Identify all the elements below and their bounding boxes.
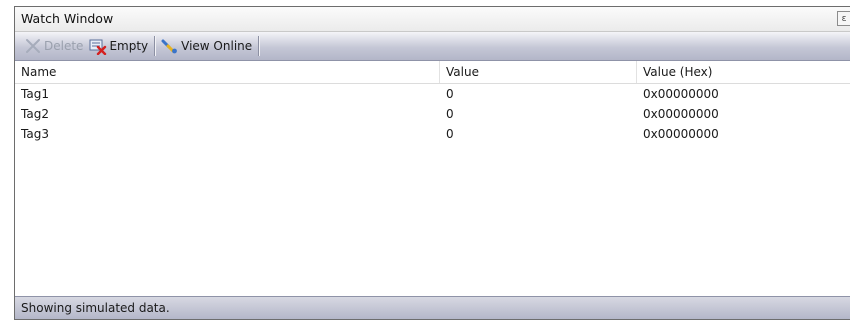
- column-header-value-hex[interactable]: Value (Hex): [637, 61, 850, 83]
- close-icon[interactable]: ε: [837, 11, 850, 26]
- cell-name: Tag2: [21, 107, 49, 121]
- status-bar: Showing simulated data.: [15, 296, 850, 319]
- cell-value: 0: [446, 127, 454, 141]
- grid-body: Tag1 0 0x00000000 Tag2 0 0x00000000 Tag3…: [15, 84, 850, 274]
- column-header-value[interactable]: Value: [440, 61, 637, 83]
- cell-value: 0: [446, 107, 454, 121]
- cell-value-hex: 0x00000000: [643, 87, 719, 101]
- delete-label: Delete: [44, 39, 84, 53]
- view-online-button[interactable]: View Online: [158, 35, 255, 57]
- toolbar: Delete Empty View Online: [15, 32, 850, 61]
- view-online-label: View Online: [181, 39, 253, 53]
- cell-name: Tag1: [21, 87, 49, 101]
- table-row[interactable]: Tag1 0 0x00000000: [15, 84, 850, 104]
- column-header-name[interactable]: Name: [15, 61, 440, 83]
- watch-window: Watch Window ε Delete Empty View Online …: [14, 6, 850, 320]
- title-bar: Watch Window ε: [15, 7, 850, 32]
- delete-button[interactable]: Delete: [21, 35, 86, 57]
- empty-button[interactable]: Empty: [86, 35, 151, 57]
- cell-value-hex: 0x00000000: [643, 107, 719, 121]
- cell-value: 0: [446, 87, 454, 101]
- toolbar-separator: [154, 36, 156, 56]
- empty-clear-icon: [89, 37, 107, 56]
- empty-label: Empty: [109, 39, 149, 53]
- grid-header: Name Value Value (Hex): [15, 61, 850, 84]
- view-online-icon: [161, 37, 179, 55]
- window-title: Watch Window: [21, 11, 114, 26]
- status-text: Showing simulated data.: [21, 301, 170, 315]
- table-row[interactable]: Tag2 0 0x00000000: [15, 104, 850, 124]
- delete-x-icon: [24, 37, 42, 55]
- table-row[interactable]: Tag3 0 0x00000000: [15, 124, 850, 144]
- cell-value-hex: 0x00000000: [643, 127, 719, 141]
- cell-name: Tag3: [21, 127, 49, 141]
- toolbar-separator: [258, 36, 260, 56]
